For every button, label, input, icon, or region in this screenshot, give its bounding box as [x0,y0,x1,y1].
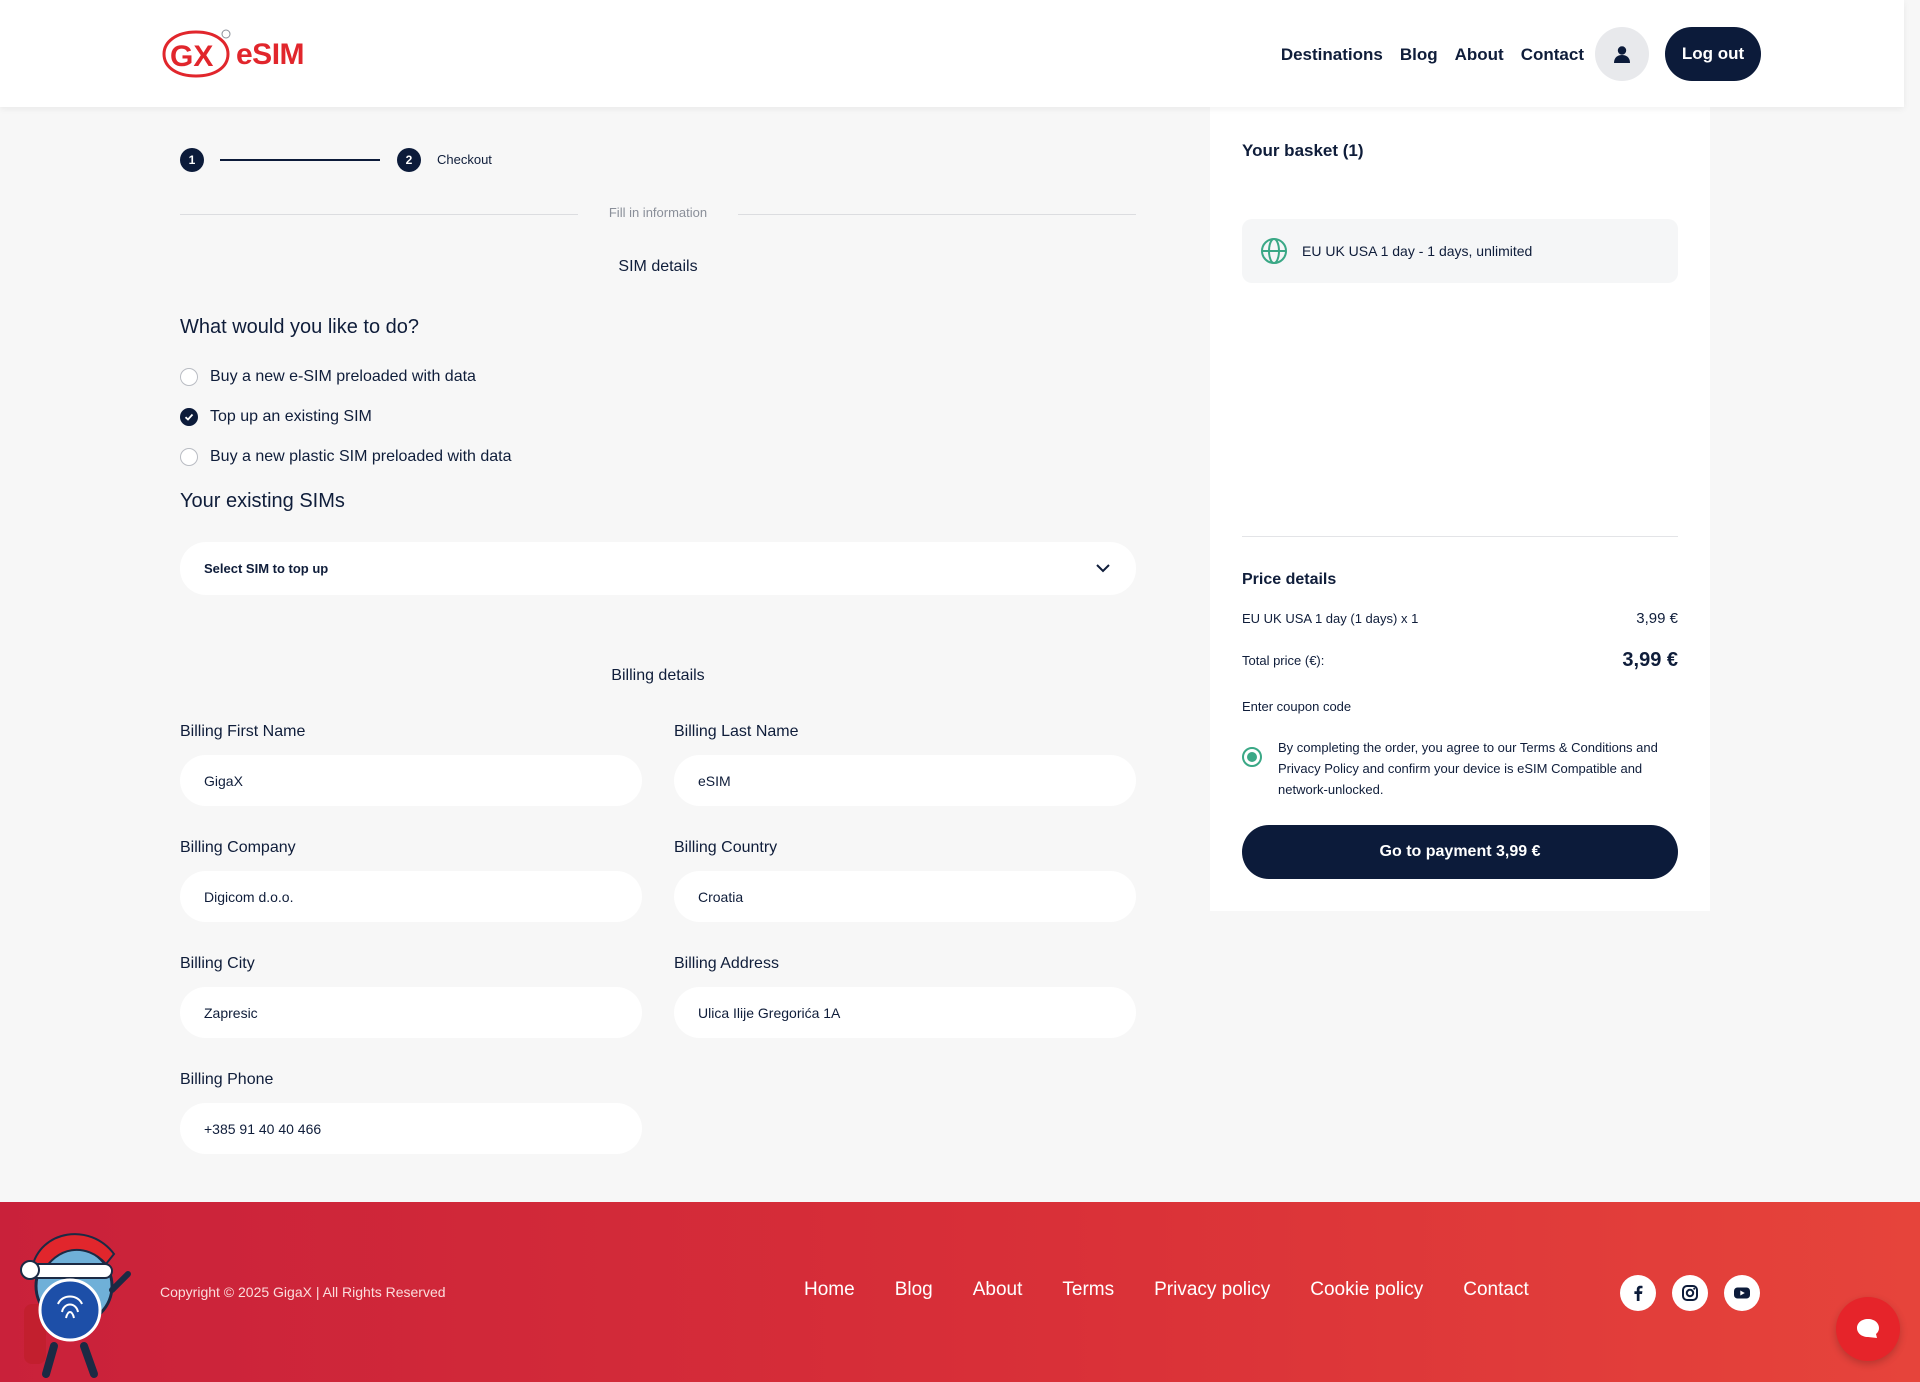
facebook-button[interactable] [1620,1275,1656,1311]
footer-link-terms[interactable]: Terms [1062,1279,1114,1301]
footer-nav: Home Blog About Terms Privacy policy Coo… [804,1279,1529,1301]
gx-logo-mark: GX [162,29,231,78]
total-price-row: Total price (€): 3,99 € [1242,649,1678,672]
option-top-up[interactable]: Top up an existing SIM [180,408,372,426]
gx-esim-logo[interactable]: GX eSIM [160,28,305,82]
terms-agreement-text: By completing the order, you agree to ou… [1278,740,1658,797]
step-2-label: Checkout [437,152,492,167]
last-name-field[interactable]: eSIM [674,755,1136,806]
user-account-button[interactable] [1595,27,1649,81]
instagram-button[interactable] [1672,1275,1708,1311]
mascot-illustration [20,1233,131,1378]
instagram-icon [1682,1285,1698,1301]
site-header: GX eSIM Destinations Blog About Contact … [0,0,1904,107]
copyright-text: Copyright © 2025 GigaX | All Rights Rese… [160,1284,446,1300]
nav-destinations[interactable]: Destinations [1281,45,1383,65]
nav-contact[interactable]: Contact [1521,45,1584,65]
address-field[interactable]: Ulica Ilije Gregorića 1A [674,987,1136,1038]
radio-button-checked[interactable] [180,408,198,426]
radio-dot [1247,752,1257,762]
address-label: Billing Address [674,955,779,972]
radio-button[interactable] [180,368,198,386]
terms-agreement[interactable]: By completing the order, you agree to ou… [1242,737,1678,800]
step-progress-line [220,159,380,161]
footer-link-cookie[interactable]: Cookie policy [1310,1279,1423,1301]
basket-panel: Your basket (1) EU UK USA 1 day - 1 days… [1210,107,1710,911]
price-line-value: 3,99 € [1636,610,1678,627]
existing-sims-heading: Your existing SIMs [180,490,345,512]
facebook-icon [1634,1285,1643,1301]
city-field[interactable]: Zapresic [180,987,642,1038]
last-name-label: Billing Last Name [674,723,799,740]
price-line-label: EU UK USA 1 day (1 days) x 1 [1242,611,1419,626]
panel-divider [1242,536,1678,537]
select-sim-dropdown[interactable]: Select SIM to top up [180,542,1136,595]
youtube-icon [1734,1287,1750,1299]
site-footer: Copyright © 2025 GigaX | All Rights Rese… [0,1202,1920,1382]
nav-blog[interactable]: Blog [1400,45,1438,65]
footer-link-about[interactable]: About [973,1279,1023,1301]
footer-link-blog[interactable]: Blog [895,1279,933,1301]
first-name-label: Billing First Name [180,723,306,740]
option-label: Buy a new e-SIM preloaded with data [210,368,476,385]
basket-title: Your basket (1) [1242,141,1364,160]
billing-details-title: Billing details [611,667,705,684]
terms-agree-radio[interactable] [1242,747,1262,767]
fill-info-divider: Fill in information [180,205,1136,225]
footer-link-privacy[interactable]: Privacy policy [1154,1279,1270,1301]
option-new-esim[interactable]: Buy a new e-SIM preloaded with data [180,368,476,386]
company-label: Billing Company [180,839,296,856]
globe-icon [1261,238,1287,264]
option-new-plastic-sim[interactable]: Buy a new plastic SIM preloaded with dat… [180,448,512,466]
radio-button[interactable] [180,448,198,466]
checkmark-icon [184,413,194,421]
main-nav: Destinations Blog About Contact [1281,45,1584,65]
step-2-indicator: 2 [397,148,421,172]
first-name-field[interactable]: GigaX [180,755,642,806]
youtube-button[interactable] [1724,1275,1760,1311]
total-price-value: 3,99 € [1622,649,1678,671]
option-label: Buy a new plastic SIM preloaded with dat… [210,448,512,465]
select-sim-placeholder: Select SIM to top up [204,561,329,576]
chevron-down-icon [1096,564,1110,573]
total-price-label: Total price (€): [1242,653,1325,668]
country-field[interactable]: Croatia [674,871,1136,922]
logo-text: eSIM [236,38,305,71]
user-icon [1614,46,1630,63]
price-line-row: EU UK USA 1 day (1 days) x 1 3,99 € [1242,610,1678,627]
sim-details-title: SIM details [618,258,698,275]
option-label: Top up an existing SIM [210,408,372,425]
go-to-payment-button[interactable]: Go to payment 3,99 € [1242,825,1678,879]
basket-item-label: EU UK USA 1 day - 1 days, unlimited [1302,243,1533,259]
footer-link-home[interactable]: Home [804,1279,855,1301]
basket-item: EU UK USA 1 day - 1 days, unlimited [1242,219,1678,283]
city-label: Billing City [180,955,255,972]
logout-button[interactable]: Log out [1665,27,1761,81]
footer-link-contact[interactable]: Contact [1463,1279,1528,1301]
divider-label: Fill in information [608,205,708,220]
divider-line-right [738,214,1136,215]
chat-button[interactable] [1836,1297,1900,1361]
company-field[interactable]: Digicom d.o.o. [180,871,642,922]
phone-field[interactable]: +385 91 40 40 466 [180,1103,642,1154]
chat-bubble-icon [1857,1319,1879,1338]
price-details-title: Price details [1242,571,1337,588]
action-question-heading: What would you like to do? [180,316,420,338]
country-label: Billing Country [674,839,778,856]
step-1-indicator: 1 [180,148,204,172]
svg-text:GX: GX [170,40,213,73]
coupon-code-link[interactable]: Enter coupon code [1242,699,1351,714]
nav-about[interactable]: About [1455,45,1504,65]
phone-label: Billing Phone [180,1071,274,1088]
